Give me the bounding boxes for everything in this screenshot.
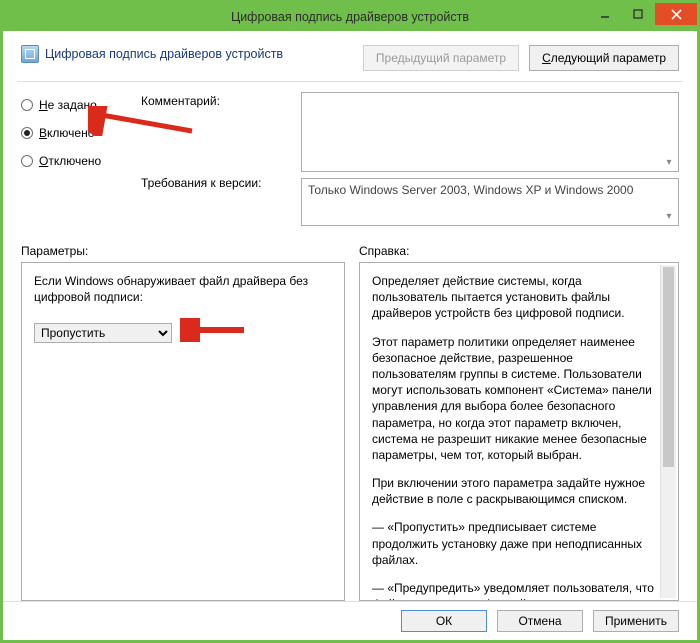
help-pane: Определяет действие системы, когда польз… (359, 262, 679, 601)
action-select-wrap: Пропустить (34, 323, 332, 343)
help-paragraph: — «Предупредить» уведомляет пользователя… (372, 580, 656, 601)
action-select[interactable]: Пропустить (34, 323, 172, 343)
help-label: Справка: (359, 244, 679, 258)
header: Цифровая подпись драйверов устройств Пре… (3, 31, 697, 81)
param-prompt: Если Windows обнаруживает файл драйвера … (34, 273, 332, 305)
scrollbar-thumb[interactable] (663, 267, 674, 467)
close-button[interactable] (655, 3, 697, 25)
titlebar: Цифровая подпись драйверов устройств (3, 3, 697, 31)
split-labels: Параметры: Справка: (3, 230, 697, 262)
parameters-pane: Если Windows обнаруживает файл драйвера … (21, 262, 345, 601)
field-labels: Комментарий: Требования к версии: (141, 92, 291, 226)
help-paragraph: — «Пропустить» предписывает системе прод… (372, 519, 656, 568)
version-readonly: Только Windows Server 2003, Windows XP и… (301, 178, 679, 226)
window-buttons (588, 3, 697, 25)
next-setting-button[interactable]: Следующий параметр (529, 45, 679, 71)
radio-enabled[interactable]: Включено (21, 126, 131, 140)
apply-button[interactable]: Применить (593, 610, 679, 632)
help-paragraph: При включении этого параметра задайте ну… (372, 475, 656, 507)
radio-not-configured[interactable]: Не задано (21, 98, 131, 112)
comment-label: Комментарий: (141, 92, 291, 108)
ok-button[interactable]: ОК (401, 610, 487, 632)
chevron-down-icon: ▾ (662, 155, 676, 169)
help-paragraph: Этот параметр политики определяет наимен… (372, 334, 656, 464)
split-body: Если Windows обнаруживает файл драйвера … (3, 262, 697, 601)
minimize-button[interactable] (589, 3, 621, 25)
footer: ОК Отмена Применить (3, 601, 697, 640)
policy-icon (21, 45, 39, 63)
radio-disabled[interactable]: Отключено (21, 154, 131, 168)
annotation-arrow-select (180, 318, 250, 342)
state-radio-group: Не задано Включено Отключено (21, 92, 131, 226)
policy-title: Цифровая подпись драйверов устройств (45, 47, 283, 61)
help-scrollbar[interactable] (660, 265, 676, 598)
comment-textarea[interactable]: ▾ (301, 92, 679, 172)
help-paragraph: Определяет действие системы, когда польз… (372, 273, 656, 322)
group-policy-editor-window: Цифровая подпись драйверов устройств Циф… (0, 0, 700, 643)
version-label: Требования к версии: (141, 176, 291, 190)
chevron-down-icon: ▾ (662, 209, 676, 223)
cancel-button[interactable]: Отмена (497, 610, 583, 632)
params-label: Параметры: (21, 244, 359, 258)
previous-setting-button[interactable]: Предыдущий параметр (363, 45, 519, 71)
upper-config: Не задано Включено Отключено Комментарий… (3, 82, 697, 230)
maximize-button[interactable] (622, 3, 654, 25)
